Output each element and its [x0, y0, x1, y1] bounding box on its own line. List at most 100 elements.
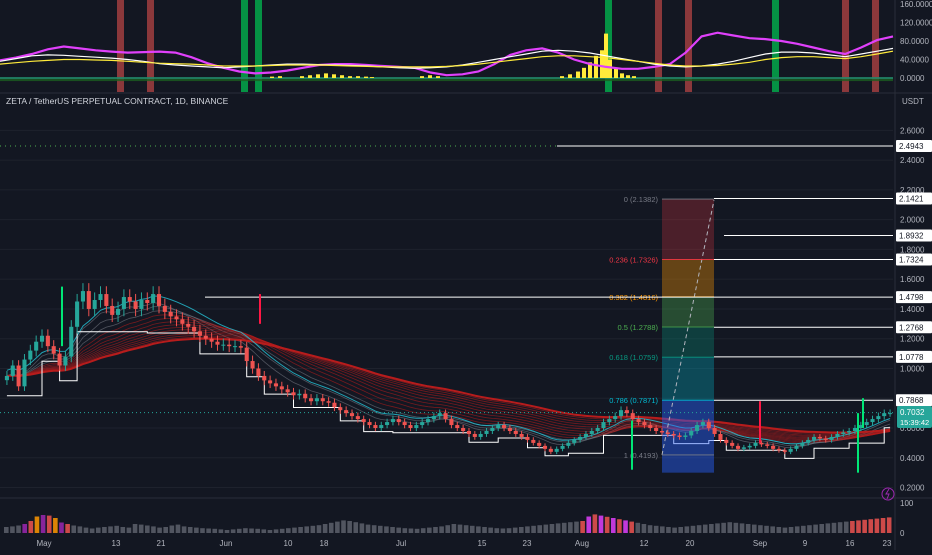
volume-bar — [733, 522, 739, 533]
volume-bar — [408, 528, 414, 533]
candle-body — [730, 442, 735, 446]
candle-body — [882, 413, 887, 417]
candle-body — [642, 422, 647, 426]
candle-body — [221, 344, 226, 346]
candle-body — [613, 416, 618, 420]
candle-body — [51, 346, 56, 354]
volume-bar — [500, 528, 506, 533]
trading-chart[interactable]: 0 (2.1382) 0.236 (1.7326) 0.382 (1.4816) 0.… — [0, 0, 932, 550]
volume-bar — [813, 524, 818, 533]
volume-bar — [770, 526, 775, 533]
candle-body — [116, 308, 121, 315]
fib-level-label: 1 (0.4193) — [624, 451, 659, 460]
price-level-tag-text: 1.4798 — [899, 293, 924, 302]
price-y-tick: 0.4000 — [900, 454, 925, 463]
price-y-tick: 1.2000 — [900, 335, 925, 344]
volume-bar — [34, 516, 40, 533]
oscillator-histogram-bar — [420, 76, 424, 78]
volume-bar — [690, 525, 696, 533]
volume-bar — [433, 527, 438, 533]
oscillator-y-tick: 160.0000 — [900, 0, 932, 9]
volume-bar — [561, 522, 567, 533]
candle-body — [186, 323, 191, 327]
candle-body — [22, 359, 27, 387]
oscillator-histogram-bar — [300, 76, 304, 78]
volume-bar — [862, 519, 867, 533]
volume-bar — [543, 524, 549, 533]
volume-bar — [739, 523, 745, 533]
candle-body — [794, 445, 799, 449]
volume-bar — [194, 527, 199, 533]
candle-body — [531, 439, 536, 443]
volume-bar — [445, 525, 451, 533]
oscillator-histogram-bar — [576, 71, 580, 78]
volume-bar — [586, 516, 592, 533]
volume-bar — [463, 525, 469, 533]
candle-body — [215, 341, 220, 345]
candle-body — [466, 430, 472, 434]
volume-bar — [555, 523, 561, 533]
candle-body — [256, 368, 261, 376]
oscillator-histogram-bar — [348, 76, 352, 78]
volume-bar — [506, 528, 512, 533]
candle-body — [654, 428, 659, 431]
time-x-tick: 18 — [320, 539, 329, 548]
volume-bar — [592, 514, 598, 533]
candle-body — [408, 425, 413, 429]
volume-bar — [206, 528, 211, 533]
volume-bar — [635, 522, 641, 533]
time-x-tick: 13 — [112, 539, 121, 548]
volume-bar — [488, 527, 493, 533]
candle-body — [811, 436, 817, 440]
oscillator-histogram-bar — [428, 75, 432, 78]
candle-body — [232, 346, 238, 348]
volume-bar — [273, 529, 279, 533]
price-y-tick: 1.0000 — [900, 364, 925, 373]
candle-body — [291, 392, 296, 396]
volume-bar — [414, 528, 420, 533]
fib-zone — [662, 296, 714, 327]
candle-body — [104, 294, 109, 306]
candle-body — [402, 422, 407, 426]
volume-bar — [236, 528, 242, 533]
price-level-tag-text: 1.2768 — [899, 323, 924, 332]
time-x-tick: Jul — [396, 539, 406, 548]
volume-bar — [886, 517, 892, 533]
volume-bar — [218, 529, 224, 533]
oscillator-y-tick: 40.0000 — [900, 56, 929, 65]
candle-body — [835, 433, 840, 437]
volume-bar — [310, 525, 316, 533]
volume-bar — [316, 525, 322, 533]
volume-bar — [751, 524, 757, 533]
current-price-value: 0.7032 — [900, 408, 925, 417]
oscillator-histogram-bar — [324, 73, 328, 78]
candle-body — [578, 436, 583, 440]
candle-body — [139, 300, 144, 309]
oscillator-y-tick: 80.0000 — [900, 37, 929, 46]
volume-bar — [709, 524, 714, 533]
volume-bar — [451, 524, 457, 533]
candle-body — [16, 365, 21, 387]
candle-body — [572, 439, 577, 443]
countdown-timer: 15:39:42 — [900, 418, 929, 427]
volume-bar — [782, 527, 788, 533]
currency-label[interactable]: USDT — [902, 97, 924, 106]
volume-bar — [874, 518, 880, 533]
volume-bar — [843, 521, 849, 533]
price-level-tag-text: 2.4943 — [899, 142, 924, 151]
candle-body — [110, 305, 115, 315]
candle-body — [285, 389, 290, 393]
volume-bar — [568, 522, 573, 533]
volume-bar — [102, 527, 107, 533]
oscillator-histogram-bar — [308, 75, 312, 78]
volume-bar — [610, 518, 616, 533]
candle-body — [771, 445, 776, 449]
oscillator-histogram-bar — [594, 55, 598, 78]
fib-zone — [662, 326, 714, 358]
chart-canvas[interactable]: 0 (2.1382)0.236 (1.7326)0.382 (1.4816)0.… — [0, 0, 932, 550]
volume-bar — [396, 527, 401, 533]
candle-body — [583, 433, 588, 437]
volume-bar — [623, 520, 628, 533]
volume-bar — [788, 527, 794, 533]
price-level-tag-text: 2.1421 — [899, 194, 924, 203]
